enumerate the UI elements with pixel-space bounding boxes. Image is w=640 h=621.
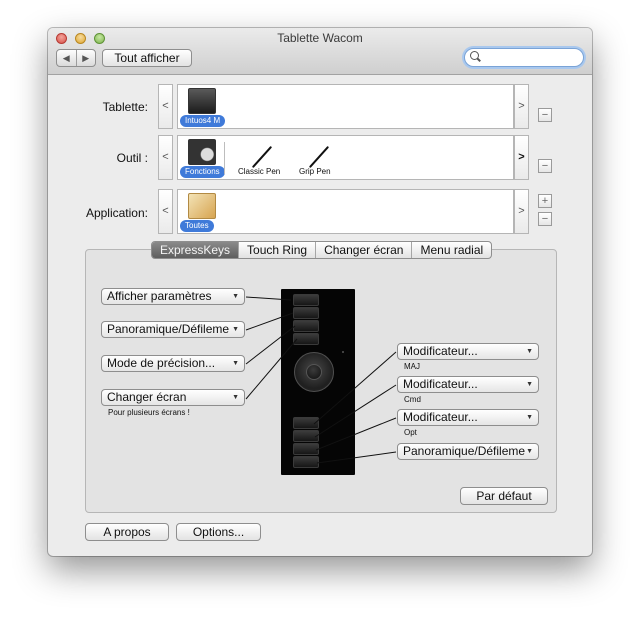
about-button[interactable]: A propos — [85, 523, 169, 541]
chevron-down-icon: ▼ — [232, 394, 239, 401]
chevron-down-icon: ▼ — [526, 448, 533, 455]
expresskey-5-note: MAJ — [404, 362, 420, 371]
popup-value: Modificateur... — [403, 410, 478, 424]
expresskey-6-popup[interactable]: Modificateur... ▼ — [397, 376, 539, 393]
chevron-down-icon: ▼ — [232, 326, 239, 333]
popup-value: Modificateur... — [403, 344, 478, 358]
expresskey-7-popup[interactable]: Modificateur... ▼ — [397, 409, 539, 426]
expresskey-5-popup[interactable]: Modificateur... ▼ — [397, 343, 539, 360]
chevron-down-icon: ▼ — [526, 381, 533, 388]
popup-value: Panoramique/Défileme — [403, 444, 526, 458]
chevron-down-icon: ▼ — [232, 293, 239, 300]
expresskey-6-note: Cmd — [404, 395, 421, 404]
expresskey-4-popup[interactable]: Changer écran ▼ — [101, 389, 245, 406]
expresskey-7-note: Opt — [404, 428, 417, 437]
popup-value: Modificateur... — [403, 377, 478, 391]
expresskey-4-note: Pour plusieurs écrans ! — [108, 408, 190, 417]
popup-value: Afficher paramètres — [107, 289, 212, 303]
chevron-down-icon: ▼ — [526, 414, 533, 421]
popup-value: Mode de précision... — [107, 356, 216, 370]
popup-value: Changer écran — [107, 390, 187, 404]
expresskey-2-popup[interactable]: Panoramique/Défileme ▼ — [101, 321, 245, 338]
options-button[interactable]: Options... — [176, 523, 261, 541]
chevron-down-icon: ▼ — [526, 348, 533, 355]
expresskey-8-popup[interactable]: Panoramique/Défileme ▼ — [397, 443, 539, 460]
popup-value: Panoramique/Défileme — [107, 322, 230, 336]
expresskey-3-popup[interactable]: Mode de précision... ▼ — [101, 355, 245, 372]
defaults-button[interactable]: Par défaut — [460, 487, 548, 505]
wacom-preferences-window: Tablette Wacom ◀ ▶ Tout afficher Tablett… — [48, 28, 592, 556]
expresskey-1-popup[interactable]: Afficher paramètres ▼ — [101, 288, 245, 305]
chevron-down-icon: ▼ — [232, 360, 239, 367]
